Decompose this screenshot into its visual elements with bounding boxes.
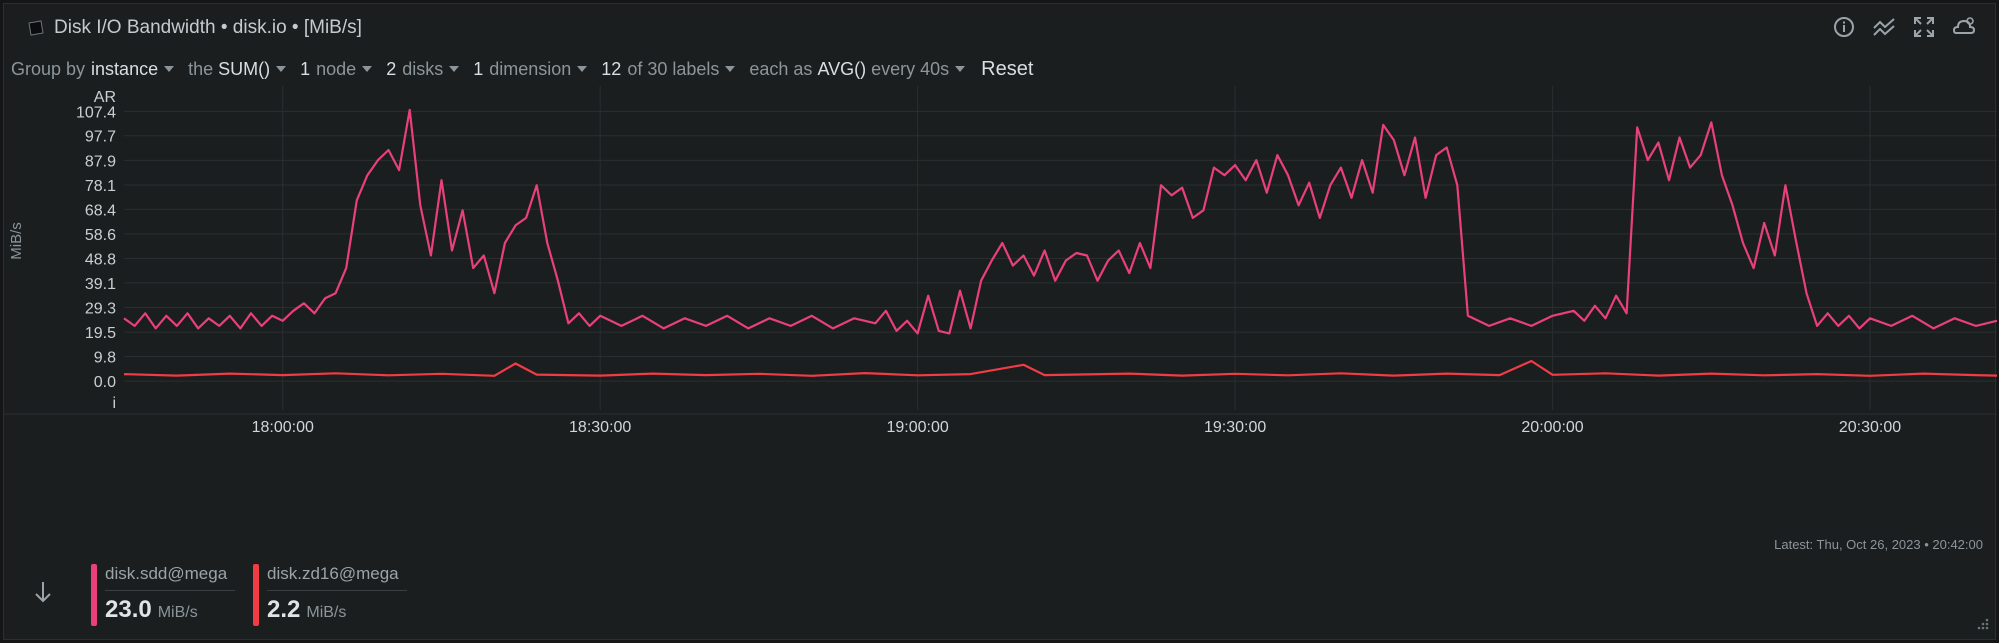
chevron-down-icon bbox=[164, 66, 175, 72]
labels-count: 12 bbox=[601, 58, 622, 79]
legend-series-name: disk.zd16@mega bbox=[267, 564, 407, 591]
disks-label: disks bbox=[402, 58, 444, 79]
nodes-count: 1 bbox=[300, 58, 311, 79]
chart-title: Disk I/O Bandwidth • disk.io • [MiB/s] bbox=[54, 17, 362, 38]
y-axis-label: MiB/s bbox=[8, 222, 25, 260]
chevron-down-icon bbox=[725, 66, 736, 72]
dimension-count: 1 bbox=[473, 58, 484, 79]
chart-controls: Group by instance the SUM() 1 node 2 dis… bbox=[4, 52, 1995, 86]
chevron-down-icon bbox=[449, 66, 460, 72]
y-tick-label: 9.8 bbox=[94, 350, 116, 367]
title-bar: Disk I/O Bandwidth • disk.io • [MiB/s] bbox=[4, 4, 1995, 52]
aggregate-label: the bbox=[188, 58, 214, 79]
resize-handle-icon[interactable] bbox=[1975, 616, 1989, 635]
time-aggregation-dropdown[interactable]: each as AVG() every 40s bbox=[749, 58, 966, 80]
y-tick-label: 48.8 bbox=[85, 252, 116, 269]
x-tick-label: 20:00:00 bbox=[1521, 419, 1583, 436]
group-by-label: Group by bbox=[11, 58, 86, 79]
latest-value: Thu, Oct 26, 2023 • 20:42:00 bbox=[1816, 537, 1983, 552]
y-axis-bottom-label: i bbox=[112, 395, 116, 412]
chart-type-icon[interactable] bbox=[1871, 14, 1897, 40]
y-tick-label: 97.7 bbox=[85, 129, 116, 146]
y-tick-label: 78.1 bbox=[85, 178, 116, 195]
arrow-down-icon[interactable] bbox=[34, 580, 52, 609]
chevron-down-icon bbox=[955, 66, 966, 72]
series-line-sdd bbox=[123, 108, 1997, 335]
nodes-dropdown[interactable]: 1 node bbox=[300, 58, 373, 80]
every-interval: every 40s bbox=[871, 58, 950, 79]
disks-count: 2 bbox=[386, 58, 397, 79]
y-tick-label: 58.6 bbox=[85, 227, 116, 244]
disks-dropdown[interactable]: 2 disks bbox=[386, 58, 460, 80]
fullscreen-icon[interactable] bbox=[1911, 14, 1937, 40]
y-tick-label: 87.9 bbox=[85, 153, 116, 170]
y-axis-top-label: AR bbox=[94, 89, 116, 106]
legend-value: 23.0 bbox=[105, 596, 152, 623]
dimension-dropdown[interactable]: 1 dimension bbox=[473, 58, 588, 80]
y-tick-label: 68.4 bbox=[85, 202, 116, 219]
each-as-value: AVG() bbox=[817, 58, 867, 79]
y-tick-label: 0.0 bbox=[94, 374, 116, 391]
legend-unit: MiB/s bbox=[306, 604, 347, 621]
chevron-down-icon bbox=[276, 66, 287, 72]
x-tick-label: 18:30:00 bbox=[569, 419, 631, 436]
each-as-label: each as bbox=[749, 58, 813, 79]
legend-color-swatch bbox=[253, 564, 259, 626]
group-by-value: instance bbox=[91, 58, 159, 79]
legend-value: 2.2 bbox=[267, 596, 301, 623]
y-tick-label: 107.4 bbox=[76, 104, 116, 121]
x-tick-label: 20:30:00 bbox=[1839, 419, 1901, 436]
line-chart[interactable]: MiB/s 107.4 97.7 87.9 78.1 68.4 58.6 48.8 39.1 29… bbox=[4, 86, 1997, 516]
hdd-icon bbox=[26, 18, 46, 38]
y-tick-label: 19.5 bbox=[85, 325, 116, 342]
chevron-down-icon bbox=[577, 66, 588, 72]
y-tick-label: 29.3 bbox=[85, 301, 116, 318]
alert-icon[interactable] bbox=[1951, 14, 1977, 40]
nodes-label: node bbox=[316, 58, 357, 79]
aggregate-value: SUM() bbox=[218, 58, 271, 79]
labels-of: of 30 labels bbox=[627, 58, 720, 79]
x-tick-label: 19:00:00 bbox=[887, 419, 949, 436]
aggregate-dropdown[interactable]: the SUM() bbox=[188, 58, 287, 80]
series-line-zd16 bbox=[123, 359, 1997, 377]
group-by-dropdown[interactable]: Group by instance bbox=[11, 58, 175, 80]
legend-color-swatch bbox=[91, 564, 97, 626]
y-tick-label: 39.1 bbox=[85, 276, 116, 293]
chevron-down-icon bbox=[362, 66, 373, 72]
chart-card: Disk I/O Bandwidth • disk.io • [MiB/s] G… bbox=[3, 3, 1997, 641]
x-tick-label: 18:00:00 bbox=[252, 419, 314, 436]
legend-unit: MiB/s bbox=[157, 604, 198, 621]
latest-label: Latest: bbox=[1774, 537, 1814, 552]
info-icon[interactable] bbox=[1831, 14, 1857, 40]
dimension-label: dimension bbox=[489, 58, 572, 79]
legend-series-name: disk.sdd@mega bbox=[105, 564, 235, 591]
labels-dropdown[interactable]: 12 of 30 labels bbox=[601, 58, 736, 80]
latest-timestamp: Latest: Thu, Oct 26, 2023 • 20:42:00 bbox=[1774, 537, 1983, 552]
chart-footer: Latest: Thu, Oct 26, 2023 • 20:42:00 dis… bbox=[4, 524, 1995, 641]
reset-button[interactable]: Reset bbox=[981, 58, 1033, 81]
x-tick-label: 19:30:00 bbox=[1204, 419, 1266, 436]
